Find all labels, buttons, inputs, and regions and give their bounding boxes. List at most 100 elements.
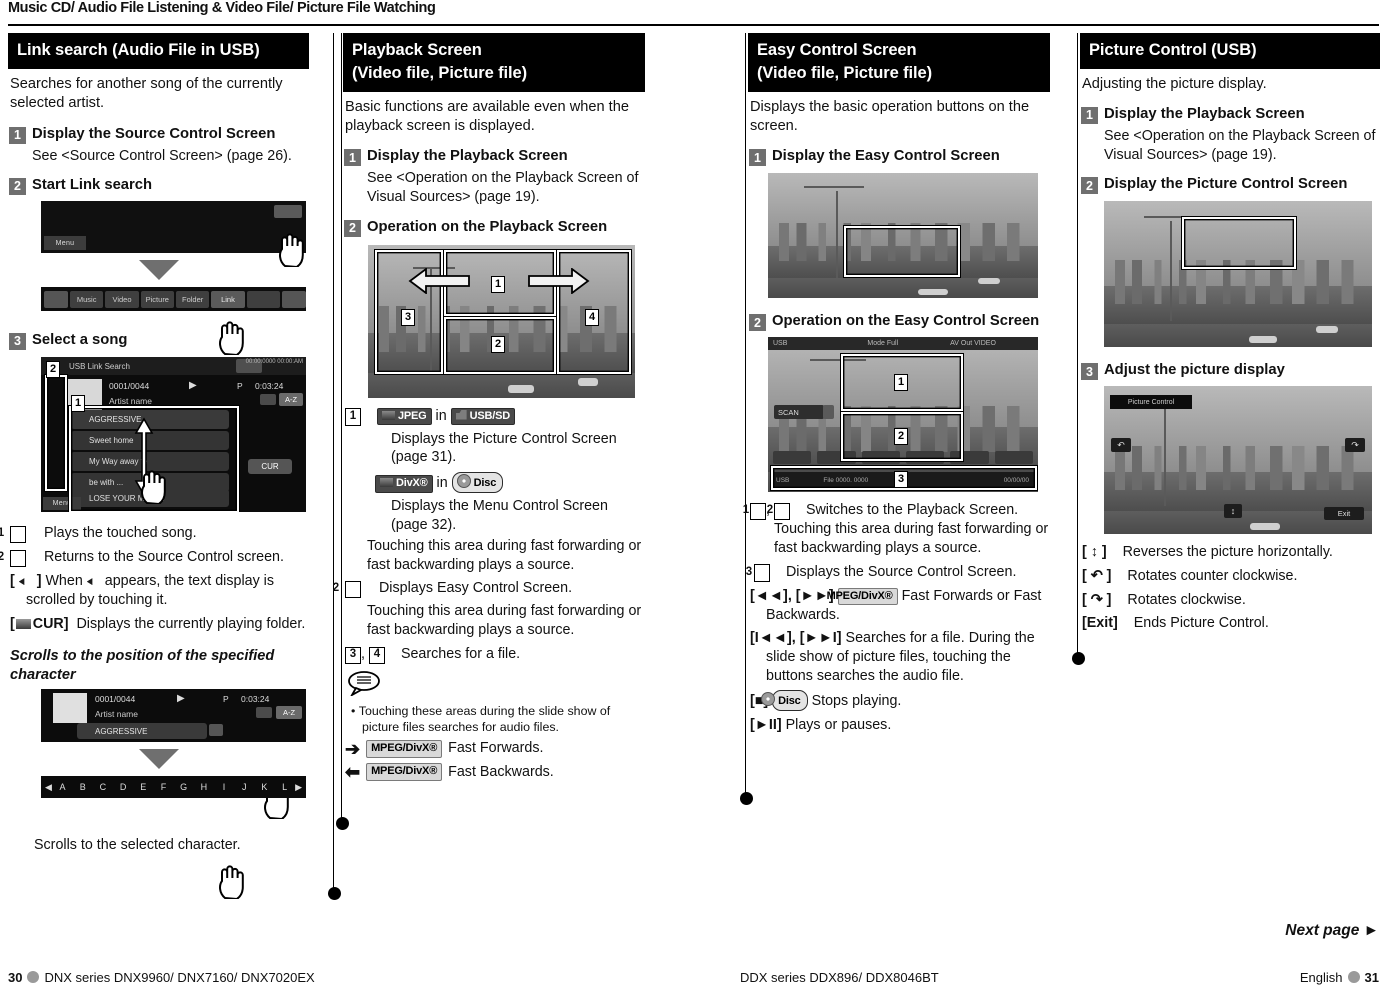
screenshot-source-select: Music Video Picture Folder Link [41, 287, 306, 312]
step-number: 1 [344, 149, 361, 167]
legend-text: Plays the touched song. [43, 525, 197, 542]
source-btn-video[interactable]: Video [105, 290, 139, 308]
osd-scroll-button[interactable] [256, 707, 272, 719]
section-easy-control: Easy Control Screen (Video file, Picture… [743, 33, 1050, 735]
alpha-key[interactable]: J [235, 782, 254, 792]
box-number-2: 2 [333, 580, 361, 599]
osd-clock: 00:00:0000 00:00:AM [245, 359, 303, 366]
header-line-2: (Video file, Picture file) [352, 63, 527, 82]
usb-sd-badge-icon: USB/SD [450, 407, 516, 426]
legend-text: Displays Easy Control Screen. [378, 580, 573, 597]
link-search-intro: Searches for another song of the current… [10, 75, 283, 112]
page-number-right: 31 [1364, 970, 1379, 985]
flip-horizontal-button[interactable]: ↕ [1224, 504, 1242, 519]
step-1: 1 Display the Easy Control Screen [749, 147, 1050, 167]
column-divider-3 [739, 33, 753, 805]
mpeg-divx-badge-icon: MPEG/DivX® [366, 763, 443, 781]
play-icon: ▶ [189, 380, 197, 392]
link-search-footnote: Scrolls to the selected character. [34, 837, 241, 854]
box-number-1: 1 [0, 525, 26, 544]
source-btn-picture[interactable]: Picture [140, 290, 174, 308]
legend-key: [►II] [750, 717, 782, 734]
lamp-pole [836, 191, 838, 280]
osd-btn-prev[interactable] [773, 451, 812, 465]
screenshot-artist-row: 0001/0044 ▶ P 0:03:24 Artist name A-Z AG… [41, 689, 306, 743]
alpha-key[interactable]: G [174, 782, 193, 792]
alpha-key[interactable]: A [53, 782, 72, 792]
divider-dot [739, 792, 753, 805]
osd-scan-button[interactable]: SCAN [774, 405, 824, 420]
hand-cursor-icon [138, 470, 168, 506]
step-number: 3 [1081, 363, 1098, 381]
source-btn-prev[interactable] [44, 290, 68, 308]
source-btn-folder[interactable]: Folder [175, 290, 210, 308]
source-btn-next[interactable] [281, 290, 306, 308]
alpha-next-icon[interactable]: ▶ [295, 782, 302, 793]
alpha-key[interactable]: E [134, 782, 153, 792]
rotate-cw-button[interactable]: ↷ [1345, 438, 1365, 453]
osd-artist-name: Artist name [109, 396, 152, 407]
car [1250, 522, 1280, 531]
divider-dot [327, 887, 341, 900]
legend-key: [ ↕ ] [1082, 544, 1107, 561]
legend-text: Switches to the Playback Screen. Touchin… [774, 502, 1049, 557]
legend-key: [CUR] [10, 615, 69, 632]
screenshot-easy-control-step1 [768, 173, 1038, 299]
step-1: 1 Display the Playback Screen [344, 147, 645, 167]
box-number-1: 1 [743, 502, 766, 521]
hit-label-2: 2 [491, 335, 506, 353]
step-number: 2 [1081, 177, 1098, 195]
arrow-left-icon: ⬅ [345, 762, 361, 783]
alpha-key[interactable]: B [73, 782, 92, 792]
legend-item-1: 1 Plays the touched song. [0, 524, 309, 544]
step-number: 1 [749, 149, 766, 167]
osd-scan-toggle[interactable] [823, 405, 834, 420]
osd-cur-button[interactable]: CUR [248, 459, 292, 475]
step-title: Display the Source Control Screen [32, 125, 276, 142]
osd-scroll-button[interactable] [209, 724, 223, 737]
rewind-glyph-icon [86, 578, 93, 586]
section-header-easy-control: Easy Control Screen (Video file, Picture… [748, 33, 1050, 92]
hit-label-2: 2 [894, 428, 909, 446]
step-title: Start Link search [32, 177, 153, 194]
osd-sort-az-button[interactable]: A-Z [276, 706, 302, 720]
legend-text: Plays or pauses. [785, 717, 892, 734]
source-btn-link[interactable]: Link [211, 290, 245, 308]
alpha-key[interactable]: H [194, 782, 213, 792]
source-btn-more[interactable] [246, 290, 280, 308]
legend-text: Fast Backwards. [448, 763, 554, 780]
rotate-ccw-button[interactable]: ↶ [1111, 438, 1131, 453]
legend-item-cur: [CUR] Displays the currently playing fol… [10, 615, 306, 632]
footer-right: English 31 [1300, 970, 1379, 985]
alpha-key[interactable]: K [255, 782, 274, 792]
page-number-left: 30 [8, 970, 23, 985]
alpha-key[interactable]: C [93, 782, 112, 792]
legend-connector: in [435, 407, 447, 424]
osd-sort-az-button[interactable]: A-Z [279, 393, 303, 407]
next-page-link[interactable]: Next page ► [1285, 922, 1379, 940]
page-dot [1347, 971, 1360, 983]
osd-song-row[interactable]: AGGRESSIVE [77, 723, 207, 740]
car [978, 278, 1000, 285]
alpha-prev-icon[interactable]: ◀ [45, 782, 52, 793]
legend-item-playpause: [►II] Plays or pauses. [750, 716, 1050, 735]
osd-scroll-button[interactable] [260, 394, 276, 406]
header-line-1: Easy Control Screen [757, 41, 917, 59]
legend-text: Fast Forwards. [448, 740, 544, 757]
step-1-body: See <Operation on the Playback Screen of… [1104, 128, 1376, 163]
osd-time: 0:03:24 [241, 694, 270, 705]
osd-btn-stop[interactable] [994, 451, 1033, 465]
exit-button[interactable]: Exit [1324, 507, 1364, 521]
alpha-key[interactable]: D [113, 782, 132, 792]
source-btn-music[interactable]: Music [70, 290, 104, 308]
folder-glyph-icon [15, 618, 31, 629]
alpha-key[interactable]: L [275, 782, 294, 792]
section-header-link-search: Link search (Audio File in USB) [8, 33, 309, 69]
step-2: 2 Operation on the Easy Control Screen [749, 312, 1050, 332]
alpha-key[interactable]: F [154, 782, 173, 792]
legend-item-2: 2 Displays Easy Control Screen. [333, 579, 645, 599]
car [1316, 326, 1338, 334]
alpha-key[interactable]: I [214, 782, 233, 792]
box-number-3: 3 [345, 646, 361, 665]
legend-text: Stops playing. [811, 693, 902, 710]
